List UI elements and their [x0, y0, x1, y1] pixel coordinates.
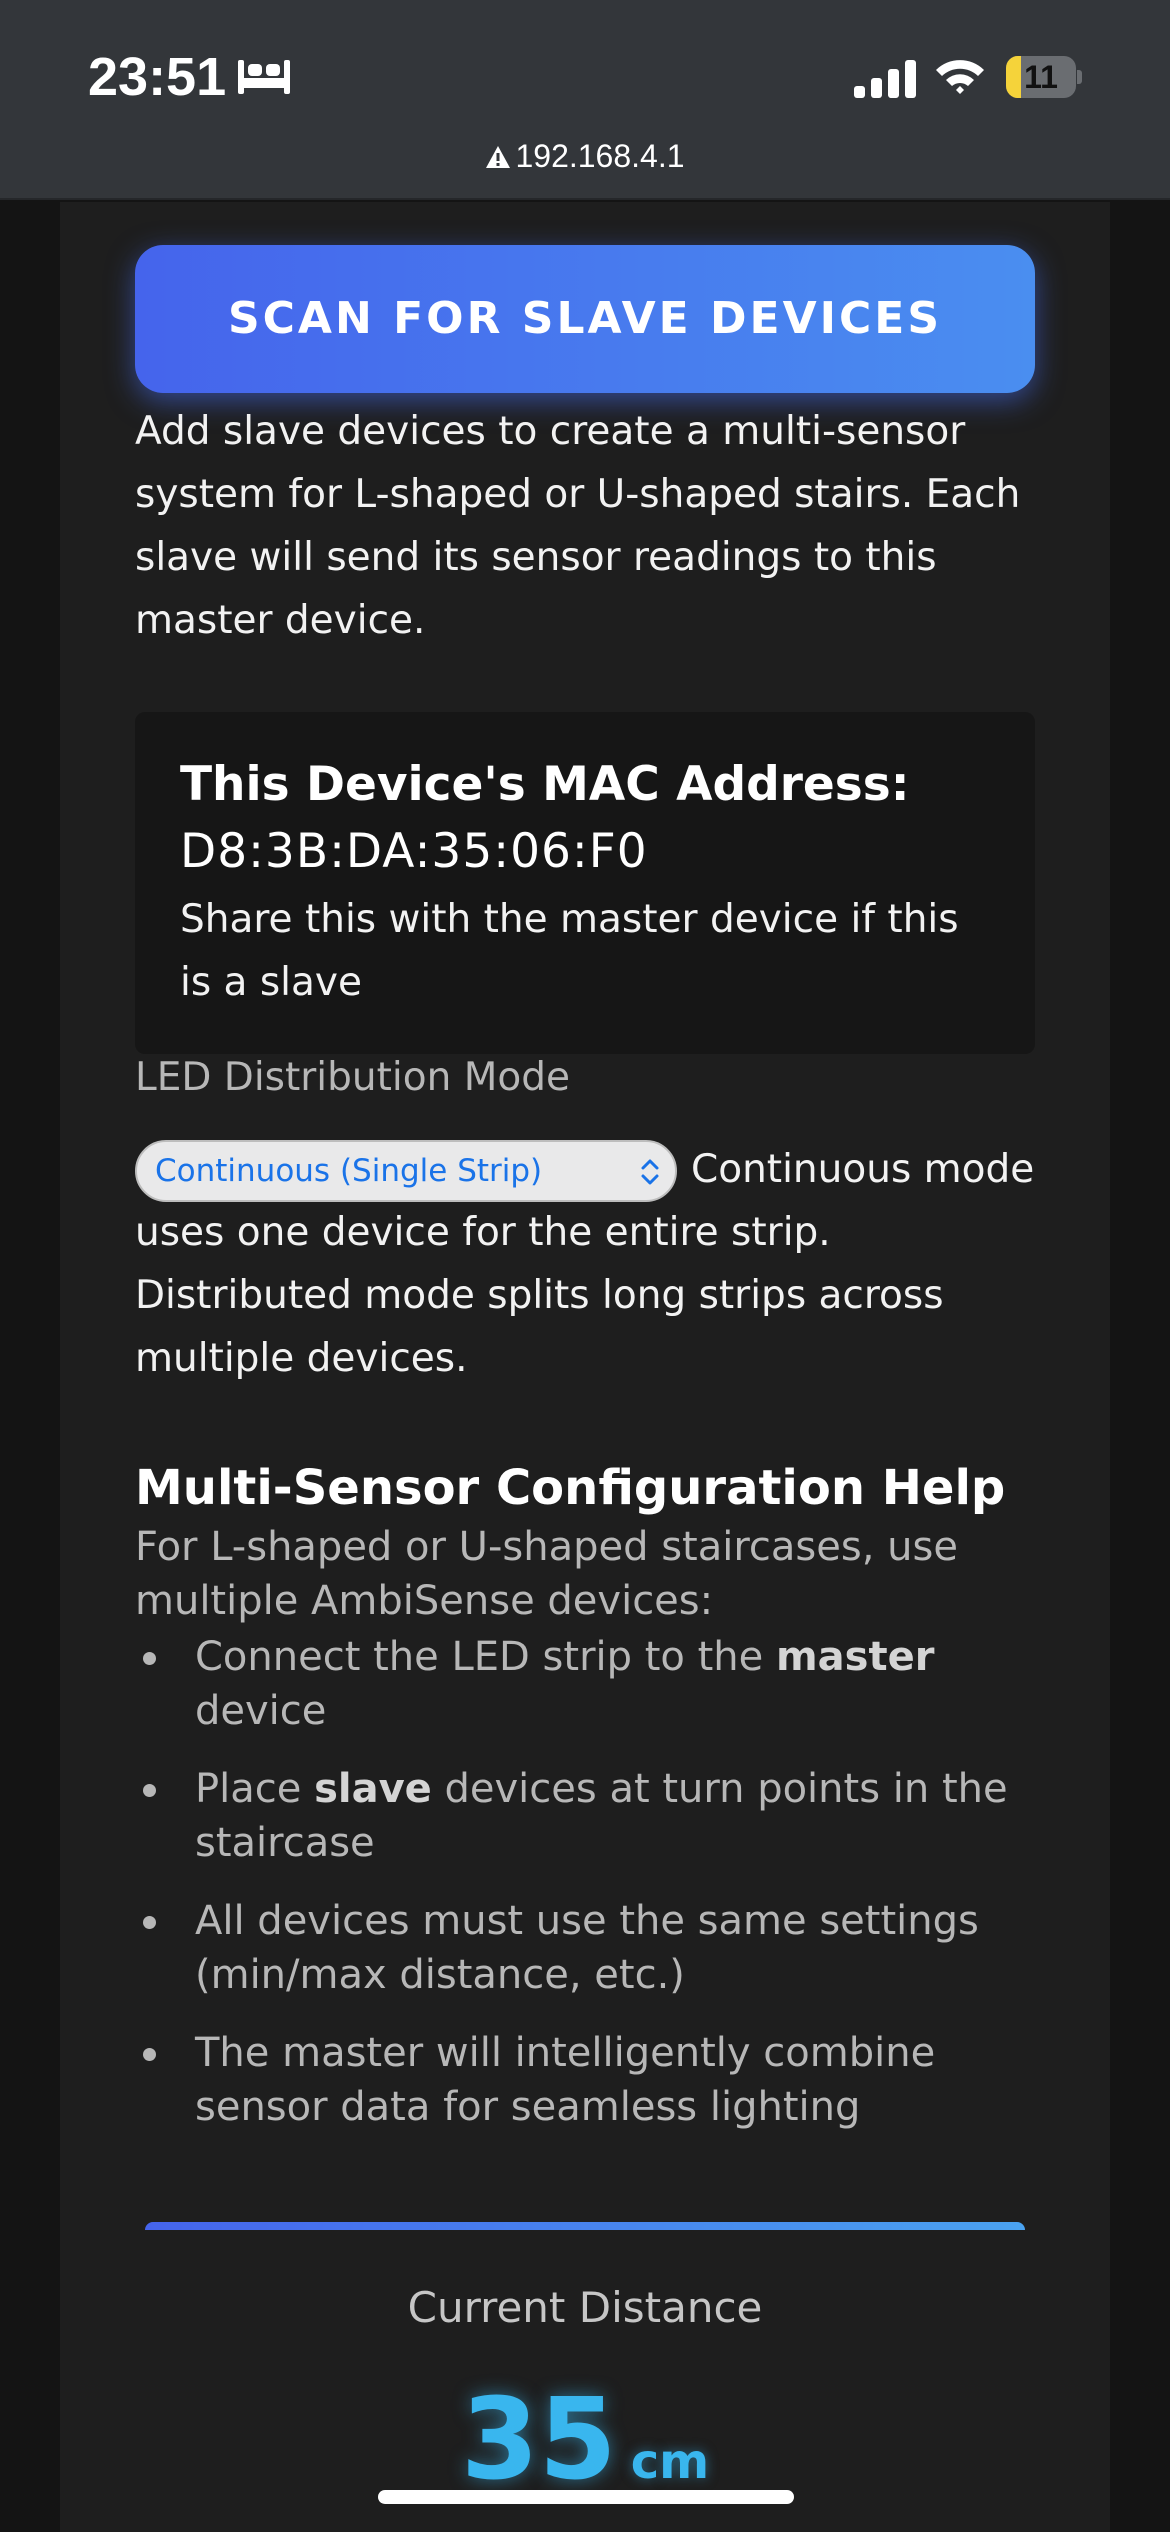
- section-divider: [145, 2222, 1025, 2230]
- mac-value: D8:3B:DA:35:06:F0: [180, 824, 648, 879]
- distance-label: Current Distance: [407, 2283, 763, 2332]
- list-item: Connect the LED strip to the master devi…: [135, 1630, 1035, 1738]
- mac-address-box: This Device's MAC Address: D8:3B:DA:35:0…: [135, 712, 1035, 1054]
- battery-level: 11: [1024, 59, 1058, 95]
- warning-icon: [486, 146, 511, 168]
- bed-icon: [238, 60, 290, 94]
- led-mode-selected: Continuous (Single Strip): [155, 1153, 543, 1189]
- mac-note: Share this with the master device if thi…: [180, 897, 959, 1005]
- help-list: Connect the LED strip to the master devi…: [135, 1630, 1035, 2158]
- list-item: All devices must use the same settings (…: [135, 1894, 1035, 2002]
- status-time: 23:51: [88, 47, 227, 107]
- help-intro: For L-shaped or U-shaped staircases, use…: [135, 1524, 958, 1624]
- battery-icon: 11: [1006, 56, 1082, 98]
- distance-unit: cm: [630, 2434, 710, 2490]
- list-item: Place slave devices at turn points in th…: [135, 1762, 1035, 1870]
- status-bar: 23:51 11 192.168.4.1: [0, 0, 1170, 200]
- help-title: Multi-Sensor Configuration Help: [135, 1460, 1006, 1516]
- distance-readout: 35 cm: [0, 2375, 1170, 2505]
- home-indicator[interactable]: [378, 2490, 794, 2504]
- url-text: 192.168.4.1: [515, 138, 685, 174]
- intro-text: Add slave devices to create a multi-sens…: [135, 409, 1021, 643]
- distance-value: 35: [460, 2375, 617, 2505]
- cellular-signal-icon: [854, 60, 916, 98]
- mac-title: This Device's MAC Address:: [180, 757, 910, 812]
- scan-slave-devices-button[interactable]: SCAN FOR SLAVE DEVICES: [135, 245, 1035, 393]
- select-chevron-icon: [641, 1159, 659, 1185]
- led-mode-label: LED Distribution Mode: [135, 1055, 570, 1100]
- wifi-icon: [936, 60, 984, 94]
- led-mode-select[interactable]: Continuous (Single Strip): [135, 1140, 677, 1202]
- list-item: The master will intelligently combine se…: [135, 2026, 1035, 2134]
- address-bar[interactable]: 192.168.4.1: [0, 138, 1170, 175]
